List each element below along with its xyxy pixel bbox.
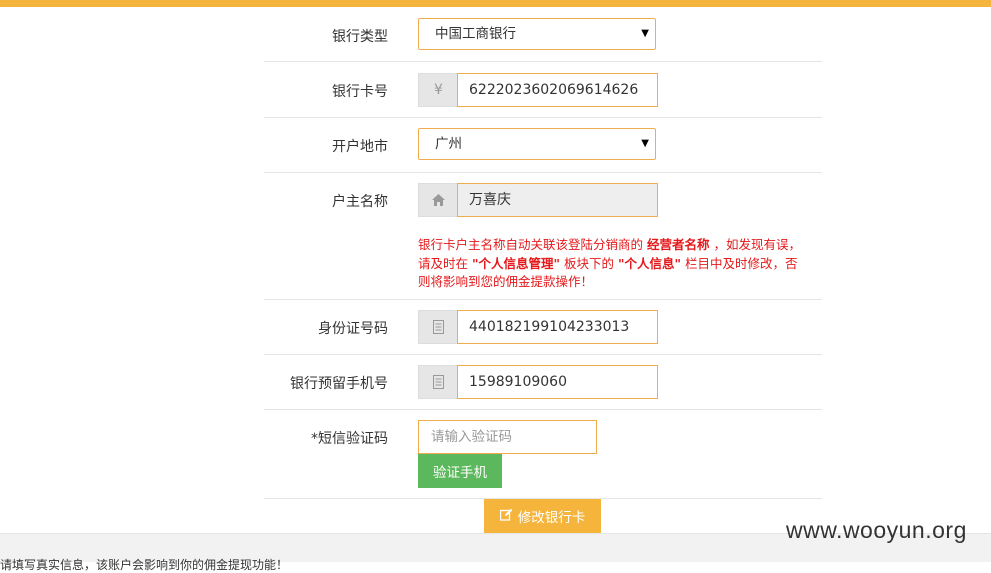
city-select[interactable]: 广州 ▼	[418, 128, 656, 160]
phone-icon	[418, 365, 458, 399]
verify-phone-button[interactable]: 验证手机	[418, 454, 502, 488]
edit-bank-card-label: 修改银行卡	[517, 510, 586, 526]
row-city: 开户地市 广州 ▼	[264, 118, 822, 173]
holder-name-input: 万喜庆	[457, 183, 658, 217]
bank-type-select[interactable]: 中国工商银行 ▼	[418, 18, 656, 50]
edit-bank-card-button[interactable]: 修改银行卡	[484, 499, 601, 533]
phone-input[interactable]: 15989109060	[457, 365, 658, 399]
top-accent-bar	[0, 0, 991, 7]
sms-code-input[interactable]: 请输入验证码	[418, 420, 597, 454]
watermark: www.wooyun.org	[786, 517, 967, 543]
edit-icon	[499, 508, 513, 525]
dropdown-arrow-icon: ▼	[641, 28, 649, 39]
dropdown-arrow-icon: ▼	[641, 138, 649, 149]
footer-notice: 请填写真实信息，该账户会影响到你的佣金提现功能！	[0, 558, 289, 572]
home-icon	[418, 183, 458, 217]
sms-code-label: *短信验证码	[311, 431, 388, 447]
id-number-input[interactable]: 440182199104233013	[457, 310, 658, 344]
phone-label: 银行预留手机号	[290, 376, 388, 392]
row-holder-name: 户主名称 万喜庆 银行卡户主名称自动关联该登陆分销商的 经营者名称 ，如发现有误…	[264, 173, 822, 300]
row-bank-type: 银行类型 中国工商银行 ▼	[264, 7, 822, 62]
card-number-input[interactable]: 6222023602069614626	[457, 73, 658, 107]
card-number-label: 银行卡号	[332, 84, 388, 100]
row-id-number: 身份证号码 440182199104233013	[264, 300, 822, 355]
row-phone: 银行预留手机号 15989109060	[264, 355, 822, 410]
bank-type-label: 银行类型	[332, 29, 388, 45]
row-sms-code: *短信验证码 请输入验证码 验证手机	[264, 410, 822, 499]
holder-name-label: 户主名称	[332, 194, 388, 210]
bank-type-value: 中国工商银行	[435, 26, 516, 42]
holder-name-warning: 银行卡户主名称自动关联该登陆分销商的 经营者名称 ，如发现有误，请及时在 "个人…	[418, 237, 801, 289]
id-number-label: 身份证号码	[318, 321, 388, 337]
id-card-icon	[418, 310, 458, 344]
yen-icon: ¥	[418, 73, 458, 107]
row-card-number: 银行卡号 ¥ 6222023602069614626	[264, 62, 822, 118]
city-label: 开户地市	[332, 139, 388, 155]
city-value: 广州	[435, 136, 462, 152]
